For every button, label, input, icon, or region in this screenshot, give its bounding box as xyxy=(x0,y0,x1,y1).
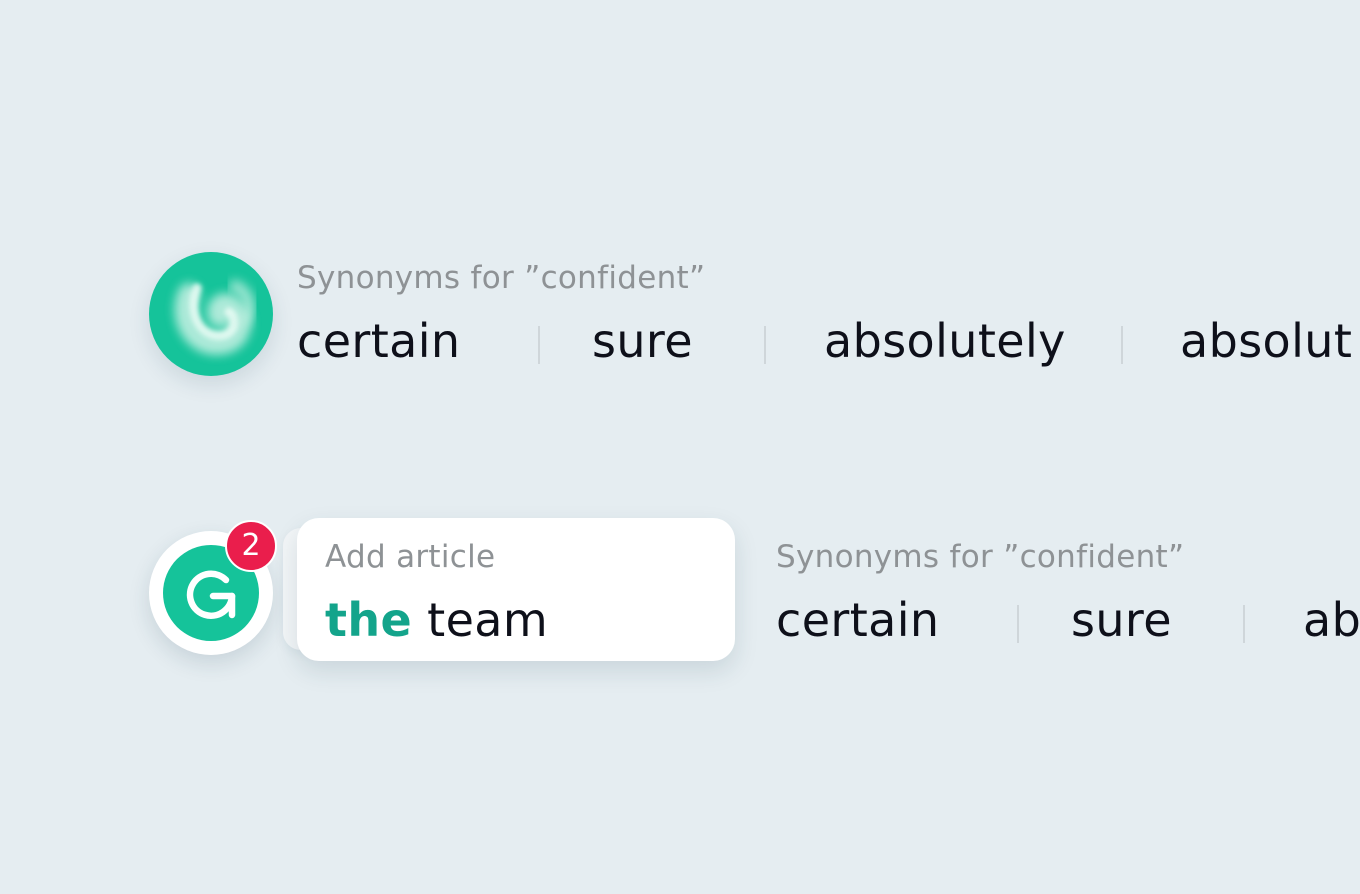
suggestion-context: team xyxy=(412,593,549,647)
grammarly-blurred-logo-icon[interactable] xyxy=(149,252,273,376)
suggestion-label: Add article xyxy=(325,539,496,575)
synonyms-title: Synonyms for ”confident” xyxy=(776,539,1185,575)
synonym-divider xyxy=(1017,605,1019,643)
synonym-option[interactable]: certain xyxy=(776,590,939,650)
synonyms-title: Synonyms for ”confident” xyxy=(297,260,706,296)
notification-count-badge: 2 xyxy=(225,520,277,572)
synonym-option[interactable]: sure xyxy=(592,311,693,371)
synonym-option[interactable]: certain xyxy=(297,311,460,371)
synonym-option[interactable]: ab xyxy=(1303,590,1360,650)
synonym-divider xyxy=(1243,605,1245,643)
synonym-divider xyxy=(538,326,540,364)
synonym-divider xyxy=(764,326,766,364)
synonym-divider xyxy=(1121,326,1123,364)
synonym-option[interactable]: absolutely xyxy=(824,311,1066,371)
suggestion-card[interactable]: Add article the team xyxy=(297,518,735,661)
suggestion-insert-highlight: the xyxy=(325,593,413,647)
suggestion-text: the team xyxy=(325,592,548,648)
synonym-option[interactable]: absolut xyxy=(1180,311,1352,371)
synonym-option[interactable]: sure xyxy=(1071,590,1172,650)
